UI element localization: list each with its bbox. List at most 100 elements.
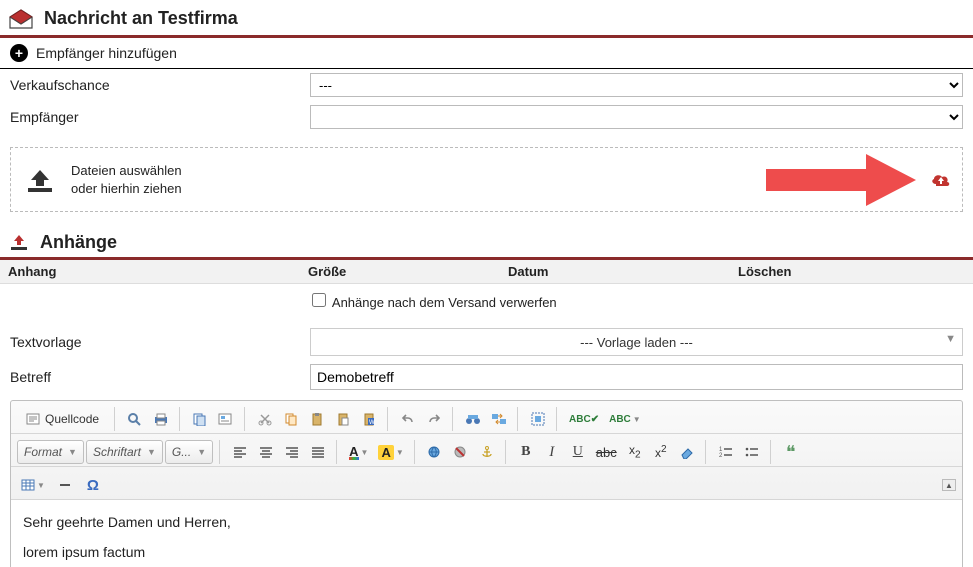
replace-button[interactable] bbox=[487, 407, 511, 431]
plus-icon: + bbox=[10, 44, 28, 62]
undo-button[interactable] bbox=[396, 407, 420, 431]
subject-input[interactable] bbox=[310, 364, 963, 390]
hr-button[interactable] bbox=[53, 473, 77, 497]
table-icon bbox=[21, 478, 35, 492]
discard-checkbox[interactable] bbox=[312, 293, 326, 307]
clipboard-text-icon bbox=[336, 412, 350, 426]
clipboard-icon bbox=[310, 412, 324, 426]
bg-color-icon: A bbox=[378, 445, 393, 460]
bg-color-button[interactable]: A▼ bbox=[374, 440, 407, 464]
anchor-button[interactable] bbox=[475, 440, 499, 464]
globe-link-icon bbox=[427, 445, 443, 459]
abc-toggle-icon: ABC bbox=[609, 414, 631, 425]
underline-icon: U bbox=[573, 444, 583, 460]
blockquote-button[interactable]: ❝ bbox=[779, 440, 803, 464]
remove-format-button[interactable] bbox=[675, 440, 699, 464]
font-combo[interactable]: Schriftart▼ bbox=[86, 440, 163, 464]
strike-icon: abc bbox=[596, 445, 617, 460]
callout-arrow-icon bbox=[766, 149, 916, 211]
cloud-upload-icon[interactable] bbox=[930, 171, 952, 189]
superscript-icon: x2 bbox=[655, 444, 667, 460]
copy2-icon bbox=[284, 412, 298, 426]
specialchar-button[interactable]: Ω bbox=[81, 473, 105, 497]
undo-icon bbox=[401, 412, 415, 426]
file-drop-line2: oder hierhin ziehen bbox=[71, 180, 182, 198]
link-button[interactable] bbox=[423, 440, 447, 464]
replace-icon bbox=[491, 412, 507, 426]
table-button[interactable]: ▼ bbox=[17, 473, 49, 497]
select-all-icon bbox=[531, 412, 545, 426]
template-label: Textvorlage bbox=[10, 334, 310, 350]
align-left-icon bbox=[233, 445, 247, 459]
unlink-button[interactable] bbox=[449, 440, 473, 464]
align-justify-button[interactable] bbox=[306, 440, 330, 464]
svg-text:W: W bbox=[369, 420, 375, 426]
italic-button[interactable]: I bbox=[540, 440, 564, 464]
bold-button[interactable]: B bbox=[514, 440, 538, 464]
cut-button[interactable] bbox=[253, 407, 277, 431]
superscript-button[interactable]: x2 bbox=[649, 440, 673, 464]
mail-icon bbox=[8, 9, 34, 29]
preview-button[interactable] bbox=[123, 407, 147, 431]
discard-after-send[interactable]: Anhänge nach dem Versand verwerfen bbox=[308, 295, 557, 310]
source-icon bbox=[26, 412, 40, 426]
source-button[interactable]: Quellcode bbox=[17, 407, 108, 431]
text-color-icon: A bbox=[349, 444, 358, 460]
copy2-button[interactable] bbox=[279, 407, 303, 431]
align-justify-icon bbox=[311, 445, 325, 459]
clipboard-word-icon: W bbox=[362, 412, 376, 426]
paste-text-button[interactable] bbox=[331, 407, 355, 431]
align-left-button[interactable] bbox=[228, 440, 252, 464]
select-all-button[interactable] bbox=[526, 407, 550, 431]
align-right-button[interactable] bbox=[280, 440, 304, 464]
italic-icon: I bbox=[549, 444, 554, 461]
file-drop-zone[interactable]: Dateien auswählen oder hierhin ziehen bbox=[10, 147, 963, 212]
chevron-down-icon: ▼ bbox=[68, 447, 77, 457]
subscript-button[interactable]: x2 bbox=[623, 440, 647, 464]
copy-button[interactable] bbox=[188, 407, 212, 431]
upload-icon bbox=[23, 166, 57, 194]
templates-button[interactable] bbox=[214, 407, 238, 431]
copy-icon bbox=[192, 412, 208, 426]
print-button[interactable] bbox=[149, 407, 173, 431]
attachments-table: Anhang Größe Datum Löschen Anhänge nach … bbox=[0, 260, 973, 316]
svg-text:2: 2 bbox=[719, 453, 723, 459]
col-size: Größe bbox=[300, 260, 500, 284]
chevron-down-icon: ▼ bbox=[361, 448, 369, 457]
templates-icon bbox=[218, 412, 234, 426]
chevron-down-icon: ▼ bbox=[147, 447, 156, 457]
underline-button[interactable]: U bbox=[566, 440, 590, 464]
eraser-icon bbox=[679, 445, 695, 459]
fontsize-combo[interactable]: G...▼ bbox=[165, 440, 213, 464]
expand-toggle[interactable]: ▲ bbox=[942, 479, 956, 491]
col-attachment: Anhang bbox=[0, 260, 300, 284]
hr-icon bbox=[58, 478, 72, 492]
bullet-list-button[interactable] bbox=[740, 440, 764, 464]
align-center-button[interactable] bbox=[254, 440, 278, 464]
strike-button[interactable]: abc bbox=[592, 440, 621, 464]
editor-body[interactable]: Sehr geehrte Damen und Herren, lorem ips… bbox=[11, 499, 962, 567]
numbered-list-button[interactable]: 12 bbox=[714, 440, 738, 464]
body-line: lorem ipsum factum bbox=[23, 544, 950, 560]
chevron-down-icon: ▼ bbox=[197, 447, 206, 457]
ol-icon: 12 bbox=[719, 445, 733, 459]
redo-button[interactable] bbox=[422, 407, 446, 431]
page-title: Nachricht an Testfirma bbox=[44, 8, 238, 29]
recipients-select[interactable] bbox=[310, 105, 963, 129]
template-select[interactable]: --- Vorlage laden --- ▼ bbox=[310, 328, 963, 356]
abc-check-icon: ABC✔ bbox=[569, 414, 599, 425]
sales-chance-select[interactable]: --- bbox=[310, 73, 963, 97]
paste-word-button[interactable]: W bbox=[357, 407, 381, 431]
anchor-icon bbox=[480, 445, 494, 459]
chevron-down-icon: ▼ bbox=[633, 415, 641, 424]
paste-button[interactable] bbox=[305, 407, 329, 431]
spellcheck-button[interactable]: ABC✔ bbox=[565, 407, 603, 431]
text-color-button[interactable]: A▼ bbox=[345, 440, 372, 464]
scayt-button[interactable]: ABC▼ bbox=[605, 407, 645, 431]
omega-icon: Ω bbox=[87, 477, 99, 494]
binoculars-icon bbox=[465, 412, 481, 426]
add-recipients-row[interactable]: + Empfänger hinzufügen bbox=[0, 38, 973, 69]
format-combo[interactable]: Format▼ bbox=[17, 440, 84, 464]
source-label: Quellcode bbox=[45, 412, 99, 426]
find-button[interactable] bbox=[461, 407, 485, 431]
